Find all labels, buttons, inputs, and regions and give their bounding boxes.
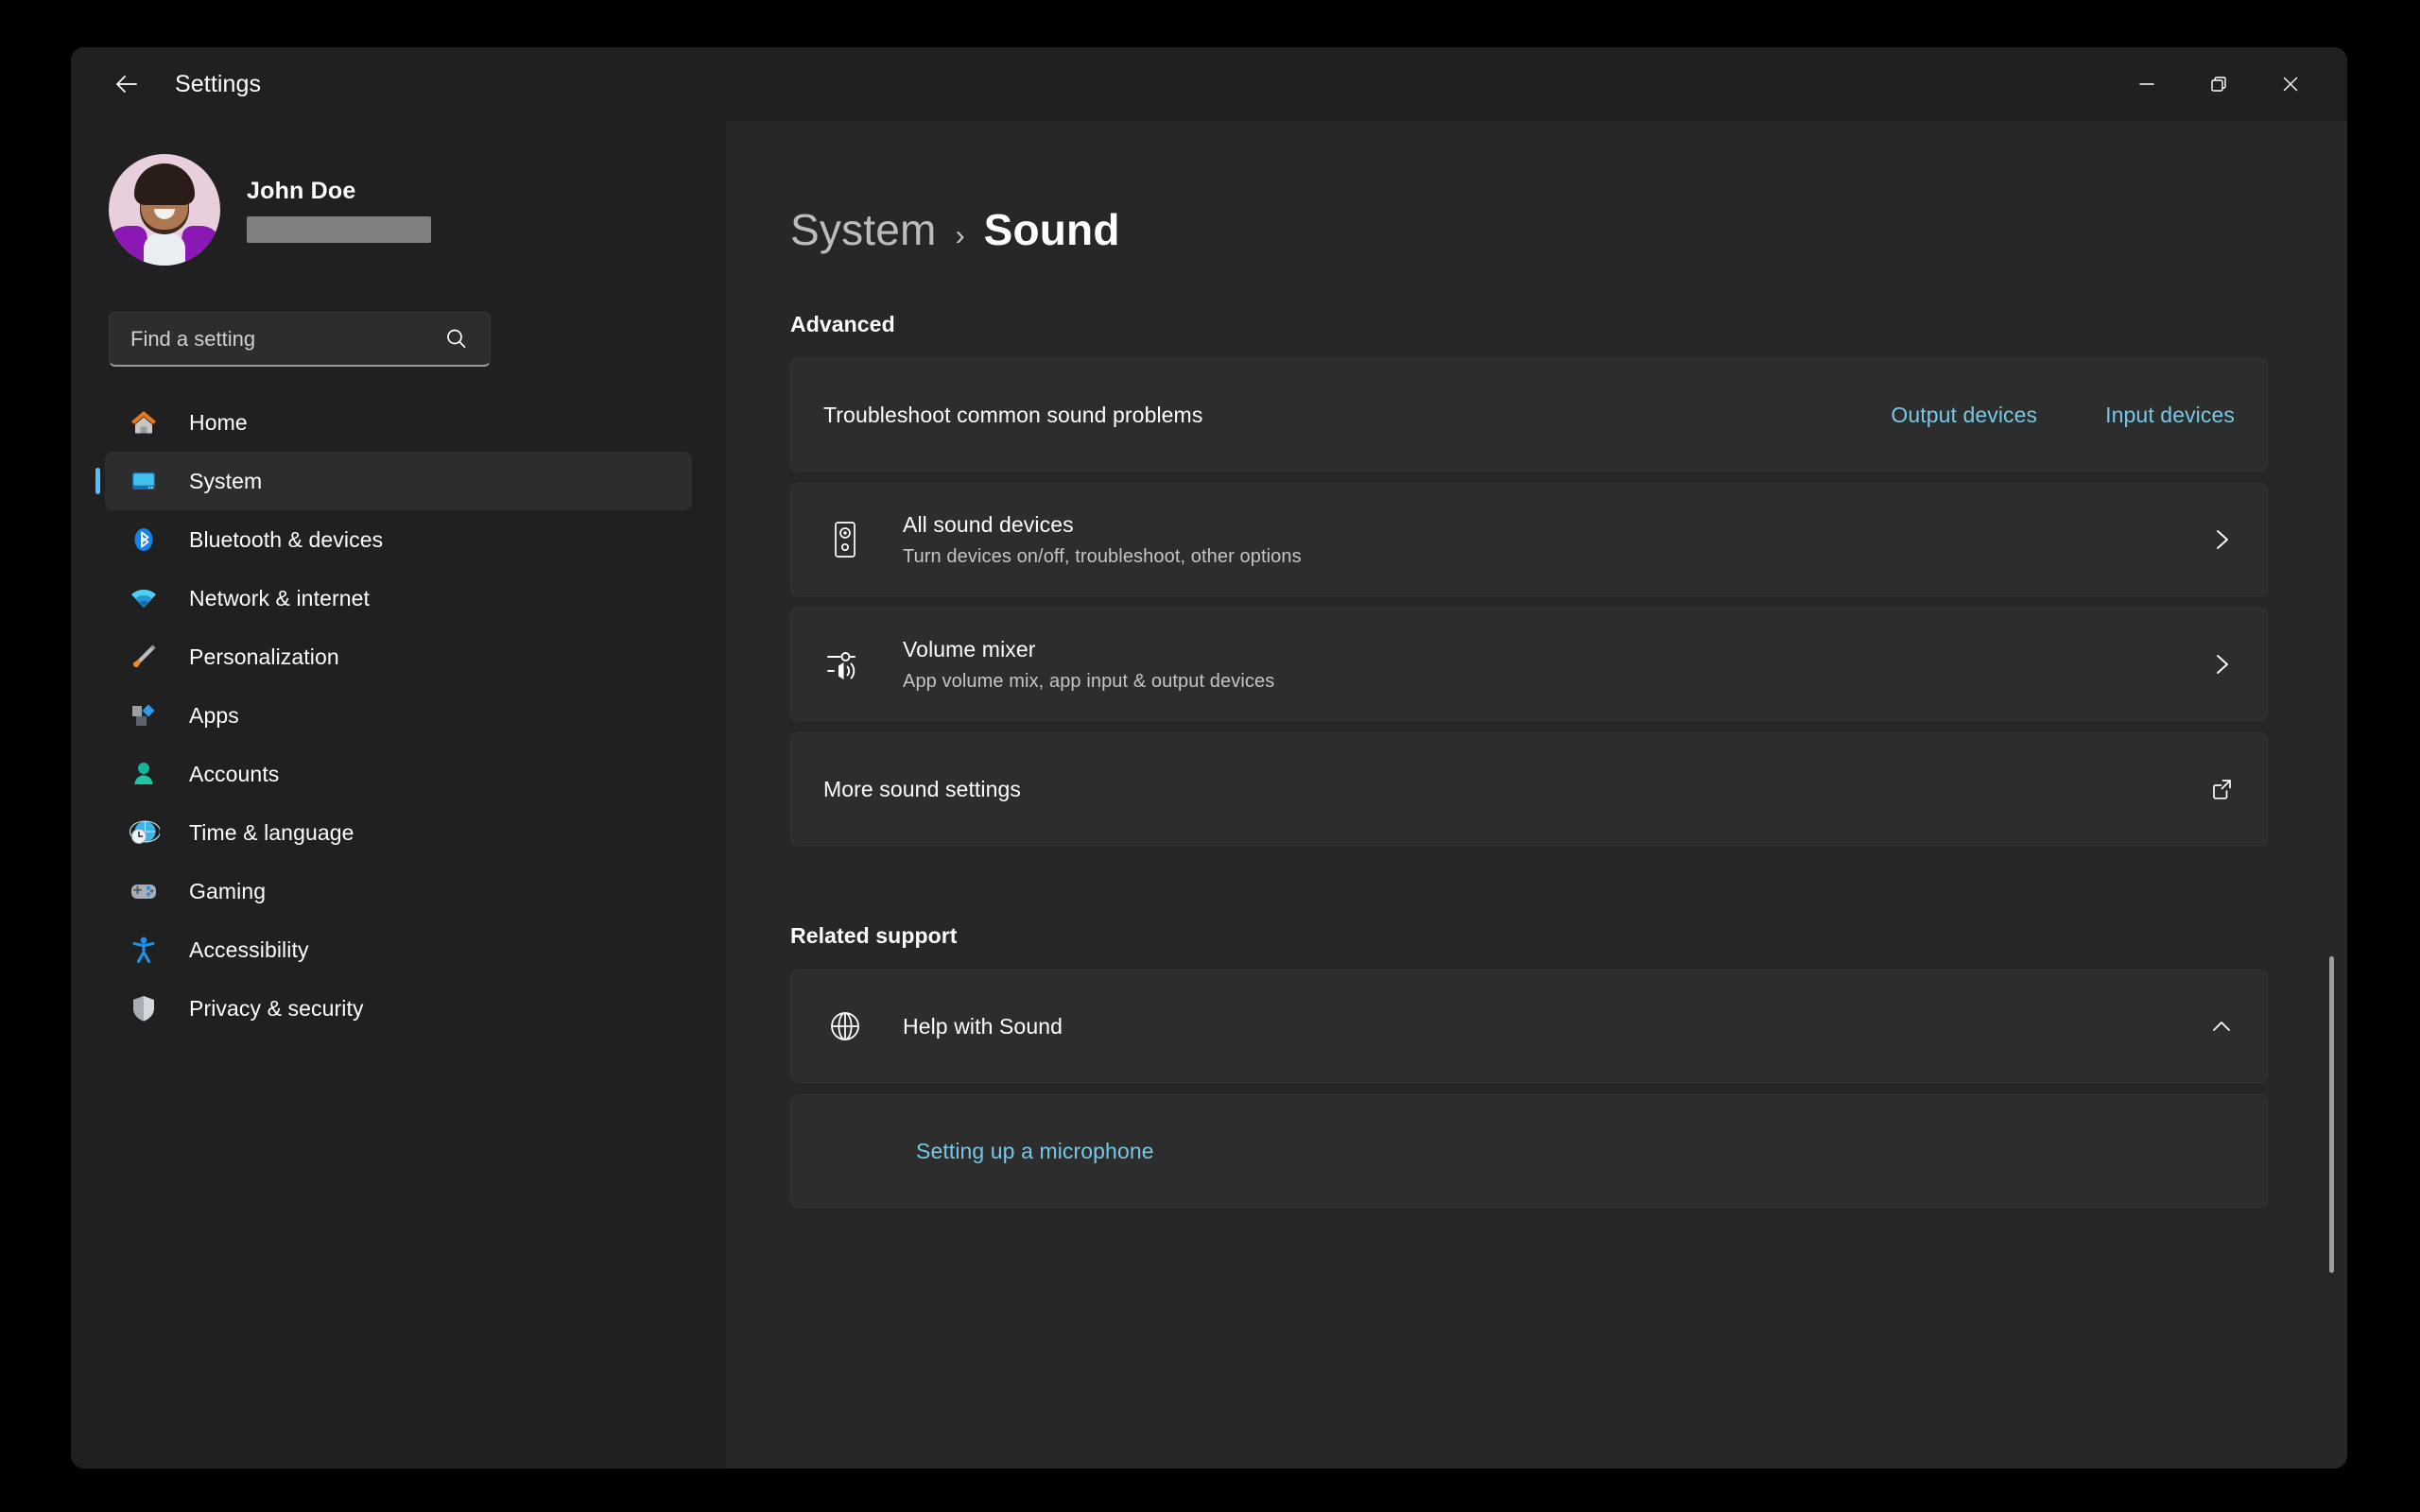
section-heading-advanced: Advanced xyxy=(790,312,895,336)
breadcrumb-separator: › xyxy=(955,220,965,251)
person-icon xyxy=(126,756,162,792)
help-with-sound-title: Help with Sound xyxy=(903,1013,1063,1039)
window-body: John Doe Find a setting Home System Blue… xyxy=(71,121,2347,1469)
sidebar-item-label: Apps xyxy=(189,702,239,728)
chevron-right-icon[interactable] xyxy=(2208,651,2235,678)
setting-up-a-microphone-link[interactable]: Setting up a microphone xyxy=(916,1139,1154,1164)
breadcrumb: System › Sound xyxy=(790,204,2268,255)
minimize-icon xyxy=(2139,83,2154,85)
help-link-row: Setting up a microphone xyxy=(790,1094,2268,1208)
profile-email-redacted xyxy=(247,215,431,243)
main-content: System › Sound Advanced Troubleshoot com… xyxy=(726,121,2347,1469)
restore-button[interactable] xyxy=(2183,47,2255,121)
volume-mixer-icon xyxy=(823,644,867,684)
accessibility-icon xyxy=(126,932,162,968)
search-icon[interactable] xyxy=(443,326,469,352)
scrollbar[interactable] xyxy=(2325,121,2338,1469)
profile-name: John Doe xyxy=(247,177,356,204)
chevron-right-icon[interactable] xyxy=(2208,526,2235,553)
minimize-button[interactable] xyxy=(2111,47,2183,121)
sidebar-item-label: Time & language xyxy=(189,819,354,845)
page-title: Sound xyxy=(983,205,1120,254)
sidebar-item-apps[interactable]: Apps xyxy=(105,686,692,745)
shield-icon xyxy=(126,990,162,1026)
apps-icon xyxy=(126,697,162,733)
troubleshoot-title: Troubleshoot common sound problems xyxy=(823,402,1203,427)
sidebar-item-accessibility[interactable]: Accessibility xyxy=(105,920,692,979)
gamepad-icon xyxy=(126,873,162,909)
arrow-left-icon xyxy=(116,76,137,93)
search-input[interactable] xyxy=(130,326,443,352)
breadcrumb-parent[interactable]: System xyxy=(790,204,937,255)
help-globe-icon xyxy=(823,1007,867,1045)
external-link-icon[interactable] xyxy=(2208,776,2235,802)
sidebar-item-label: Network & internet xyxy=(189,585,370,610)
profile-block[interactable]: John Doe xyxy=(71,130,726,272)
sidebar-item-gaming[interactable]: Gaming xyxy=(105,862,692,920)
back-button[interactable] xyxy=(97,57,156,112)
scrollbar-thumb[interactable] xyxy=(2329,956,2334,1274)
chevron-up-icon[interactable] xyxy=(2208,1013,2235,1040)
app-title: Settings xyxy=(175,70,262,97)
close-button[interactable] xyxy=(2255,47,2326,121)
restore-icon xyxy=(2211,77,2226,92)
section-heading-related-support: Related support xyxy=(790,923,958,948)
sidebar-item-bluetooth-devices[interactable]: Bluetooth & devices xyxy=(105,510,692,569)
sidebar-item-personalization[interactable]: Personalization xyxy=(105,627,692,686)
all-sound-devices-subtitle: Turn devices on/off, troubleshoot, other… xyxy=(903,545,1302,567)
window-controls xyxy=(2111,47,2347,121)
sidebar-item-label: Bluetooth & devices xyxy=(189,526,384,552)
sidebar-item-label: Accessibility xyxy=(189,936,309,962)
sidebar-item-label: Privacy & security xyxy=(189,995,364,1021)
home-icon xyxy=(126,404,162,440)
more-sound-settings-card[interactable]: More sound settings xyxy=(790,732,2268,846)
bluetooth-icon xyxy=(126,522,162,558)
volume-mixer-card[interactable]: Volume mixer App volume mix, app input &… xyxy=(790,608,2268,721)
sidebar-item-label: System xyxy=(189,468,263,493)
all-sound-devices-title: All sound devices xyxy=(903,511,1074,537)
sidebar-nav: Home System Bluetooth & devices Network … xyxy=(71,393,726,1038)
sidebar-item-time-language[interactable]: Time & language xyxy=(105,803,692,862)
sidebar-item-label: Accounts xyxy=(189,761,280,786)
help-with-sound-card[interactable]: Help with Sound xyxy=(790,970,2268,1083)
monitor-icon xyxy=(126,463,162,499)
sidebar-item-home[interactable]: Home xyxy=(105,393,692,452)
output-devices-link[interactable]: Output devices xyxy=(1891,403,2037,428)
volume-mixer-subtitle: App volume mix, app input & output devic… xyxy=(903,670,1275,692)
sidebar: John Doe Find a setting Home System Blue… xyxy=(71,121,726,1469)
all-sound-devices-card[interactable]: All sound devices Turn devices on/off, t… xyxy=(790,483,2268,596)
sidebar-item-label: Home xyxy=(189,409,248,435)
sidebar-item-label: Personalization xyxy=(189,644,339,669)
avatar xyxy=(109,154,220,266)
title-bar: Settings xyxy=(71,47,2347,121)
sidebar-item-privacy-security[interactable]: Privacy & security xyxy=(105,979,692,1038)
sidebar-item-accounts[interactable]: Accounts xyxy=(105,745,692,803)
volume-mixer-title: Volume mixer xyxy=(903,636,1036,662)
close-icon xyxy=(2283,77,2298,92)
troubleshoot-card: Troubleshoot common sound problems Outpu… xyxy=(790,358,2268,472)
more-sound-settings-title: More sound settings xyxy=(823,776,1022,801)
search-box[interactable] xyxy=(109,312,491,367)
input-devices-link[interactable]: Input devices xyxy=(2105,403,2235,428)
sidebar-item-network-internet[interactable]: Network & internet xyxy=(105,569,692,627)
sidebar-item-label: Gaming xyxy=(189,878,267,903)
settings-window: Settings John Doe Find a setting Home Sy… xyxy=(71,47,2347,1469)
paintbrush-icon xyxy=(126,639,162,675)
speaker-icon xyxy=(823,520,867,559)
wifi-icon xyxy=(126,580,162,616)
sidebar-item-system[interactable]: System xyxy=(95,452,692,510)
globe-clock-icon xyxy=(126,815,162,850)
